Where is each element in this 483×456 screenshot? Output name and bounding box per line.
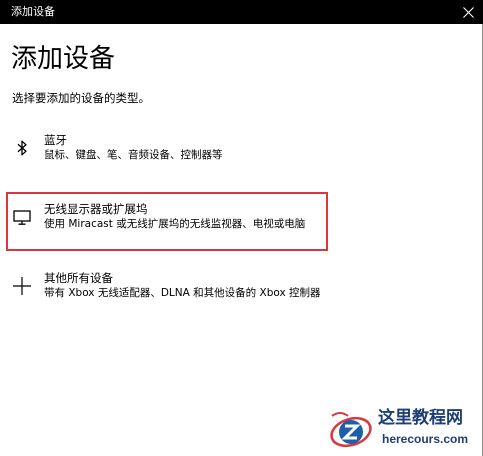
wireless-display-option[interactable]: 无线显示器或扩展坞 使用 Miracast 或无线扩展坞的无线监视器、电视或电脑 xyxy=(6,192,328,251)
bluetooth-option[interactable]: 蓝牙 鼠标、键盘、笔、音频设备、控制器等 xyxy=(6,126,328,176)
title-bar[interactable]: 添加设备 xyxy=(0,0,483,24)
site-watermark: 这里教程网 herecours.com xyxy=(326,404,476,454)
option-name: 无线显示器或扩展坞 xyxy=(44,202,148,216)
page-subtitle: 选择要添加的设备的类型。 xyxy=(12,91,150,105)
watermark-title: 这里教程网 xyxy=(378,408,463,428)
close-button[interactable] xyxy=(459,3,477,21)
site-logo-icon xyxy=(330,412,372,448)
window-title: 添加设备 xyxy=(11,5,55,18)
option-description: 使用 Miracast 或无线扩展坞的无线监视器、电视或电脑 xyxy=(44,218,306,230)
option-name: 蓝牙 xyxy=(44,133,67,147)
page-title: 添加设备 xyxy=(11,44,116,74)
add-device-window: 添加设备 添加设备 选择要添加的设备的类型。 蓝牙 鼠标、键盘、笔、音频设备、控… xyxy=(0,0,483,456)
watermark-url: herecours.com xyxy=(382,432,469,446)
option-name: 其他所有设备 xyxy=(44,271,113,285)
plus-icon xyxy=(13,277,31,295)
other-devices-option[interactable]: 其他所有设备 带有 Xbox 无线适配器、DLNA 和其他设备的 Xbox 控制… xyxy=(6,264,328,314)
bluetooth-icon xyxy=(17,140,27,156)
monitor-icon xyxy=(13,210,31,225)
option-description: 鼠标、键盘、笔、音频设备、控制器等 xyxy=(44,149,223,161)
option-description: 带有 Xbox 无线适配器、DLNA 和其他设备的 Xbox 控制器 xyxy=(44,287,321,299)
close-icon xyxy=(462,6,474,18)
